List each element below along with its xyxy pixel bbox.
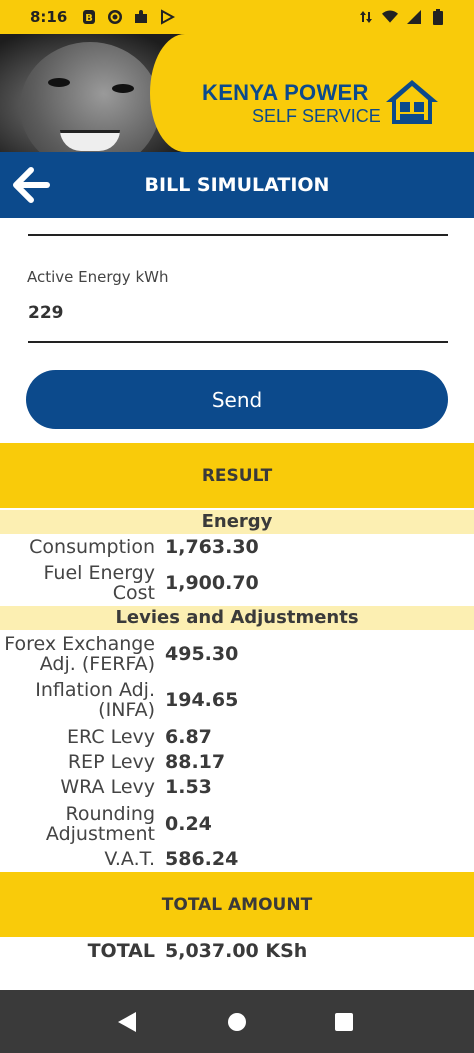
row-value: 0.24 (165, 813, 212, 835)
row-label: Rounding Adjustment (45, 803, 155, 845)
status-time: 8:16 (30, 8, 68, 26)
row-value: 194.65 (165, 689, 239, 711)
active-energy-label: Active Energy kWh (27, 268, 169, 286)
left-eye (48, 78, 70, 87)
active-energy-input[interactable]: 229 (28, 303, 448, 323)
nav-back-icon[interactable] (116, 1011, 138, 1033)
levy-row-erc: ERC Levy 6.87 (0, 725, 474, 749)
active-energy-underline (28, 341, 448, 343)
row-value: 586.24 (165, 848, 239, 870)
row-label: Fuel Energy Cost (43, 562, 155, 604)
battery-icon (430, 9, 446, 25)
levy-row-rounding: Rounding Adjustment 0.24 (0, 803, 474, 845)
row-label: V.A.T. (104, 848, 155, 870)
notification-icons: B (81, 9, 176, 25)
signal-icon (406, 9, 422, 25)
brand-subtitle: SELF SERVICE (252, 106, 381, 126)
row-value: 6.87 (165, 726, 212, 748)
total-label: TOTAL (87, 940, 155, 962)
levy-row-ferfa: Forex Exchange Adj. (FERFA) 495.30 (0, 633, 474, 675)
puzzle-icon (133, 9, 149, 25)
header-banner: KENYA POWER SELF SERVICE (0, 34, 474, 152)
row-label: Consumption (29, 536, 155, 558)
row-label: WRA Levy (60, 776, 155, 798)
data-arrows-icon (358, 9, 374, 25)
row-value: 1.53 (165, 776, 212, 798)
row-value: 88.17 (165, 751, 226, 773)
total-row: TOTAL 5,037.00 KSh (0, 939, 474, 963)
row-value: 1,900.70 (165, 572, 259, 594)
wifi-icon (382, 9, 398, 25)
levy-row-wra: WRA Levy 1.53 (0, 775, 474, 799)
energy-row-fuel-cost: Fuel Energy Cost 1,900.70 (0, 562, 474, 604)
levy-row-rep: REP Levy 88.17 (0, 750, 474, 774)
nav-recents-icon[interactable] (334, 1012, 354, 1032)
levies-section-header: Levies and Adjustments (0, 606, 474, 630)
energy-section-header: Energy (0, 510, 474, 534)
row-label: REP Levy (67, 751, 155, 773)
sync-app-icon (107, 9, 123, 25)
status-bar: 8:16 B (0, 0, 474, 34)
levy-row-vat: V.A.T. 586.24 (0, 847, 474, 871)
previous-field-underline (28, 234, 448, 236)
house-logo-icon (386, 80, 438, 124)
row-label: ERC Levy (67, 726, 155, 748)
play-store-icon (159, 9, 176, 25)
svg-text:B: B (86, 13, 94, 24)
send-button[interactable]: Send (26, 370, 448, 429)
levy-row-infa: Inflation Adj. (INFA) 194.65 (0, 679, 474, 721)
total-value: 5,037.00 KSh (165, 940, 308, 962)
page-title: BILL SIMULATION (144, 174, 330, 196)
title-bar: BILL SIMULATION (0, 152, 474, 218)
result-heading: RESULT (0, 443, 474, 508)
brand-title: KENYA POWER (202, 80, 369, 105)
system-nav-bar (0, 990, 474, 1053)
row-value: 495.30 (165, 643, 239, 665)
right-eye (112, 84, 134, 93)
nav-home-icon[interactable] (227, 1012, 247, 1032)
row-label: Inflation Adj. (INFA) (35, 679, 155, 721)
b-app-icon: B (81, 9, 97, 25)
row-label: Forex Exchange Adj. (FERFA) (4, 633, 155, 675)
row-value: 1,763.30 (165, 536, 259, 558)
system-icons (358, 9, 446, 25)
total-amount-heading: TOTAL AMOUNT (0, 872, 474, 937)
energy-row-consumption: Consumption 1,763.30 (0, 535, 474, 559)
